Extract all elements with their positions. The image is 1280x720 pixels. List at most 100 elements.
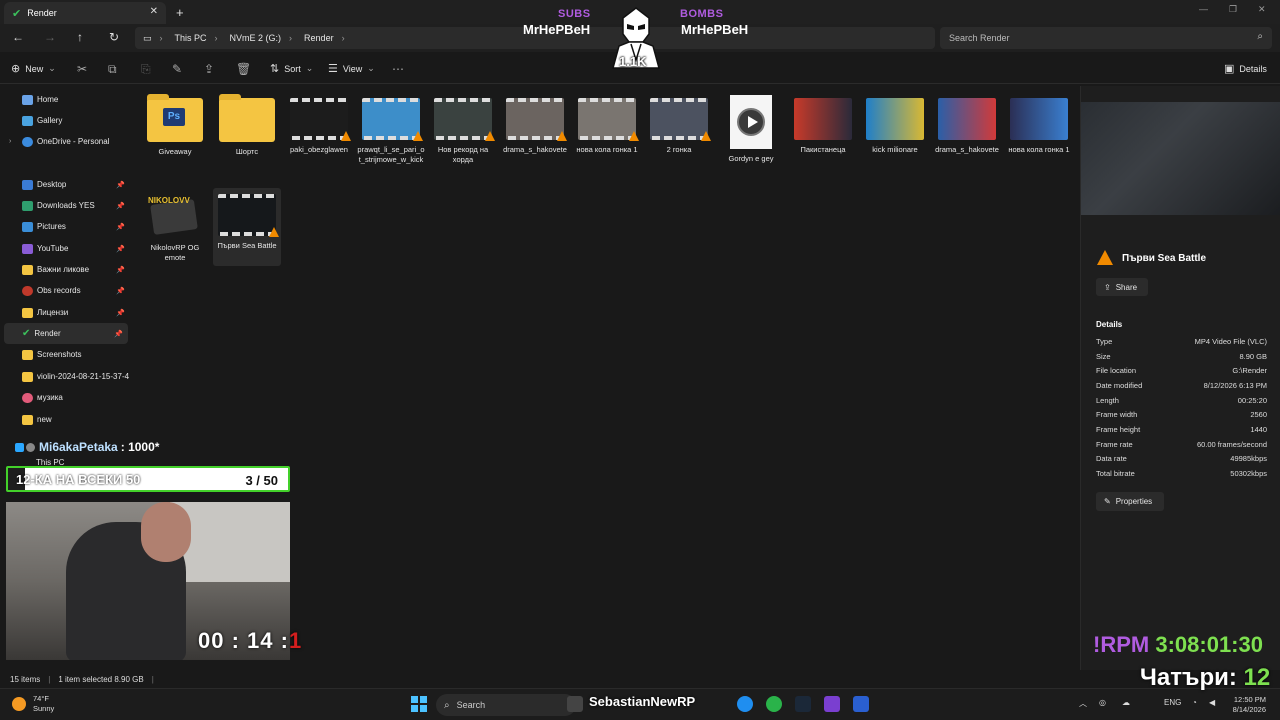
- volume-icon[interactable]: ◀: [1209, 698, 1215, 707]
- share-button[interactable]: ⇪ Share: [1096, 278, 1148, 296]
- file-item[interactable]: NIKOLOVV NikolovRP OG emote: [141, 190, 209, 263]
- paste-icon[interactable]: ⎘: [141, 62, 151, 77]
- download-icon: [22, 200, 33, 211]
- file-item[interactable]: Gordyn e gey: [717, 92, 785, 164]
- cloud-icon[interactable]: ☁: [1122, 698, 1130, 707]
- rename-icon[interactable]: ✎: [172, 62, 182, 76]
- language-indicator[interactable]: ENG: [1164, 698, 1181, 707]
- chrome-icon[interactable]: [766, 696, 782, 712]
- file-name: 2 гонка: [666, 145, 692, 154]
- wifi-icon[interactable]: ◔: [1192, 698, 1197, 707]
- search-input[interactable]: Search Render ⌕: [940, 27, 1272, 49]
- new-tab-icon[interactable]: +: [176, 5, 184, 20]
- sidebar-item-home[interactable]: Home: [0, 89, 130, 110]
- bombs-label: BOMBS: [680, 8, 724, 20]
- start-button[interactable]: [411, 696, 427, 712]
- maximize-icon[interactable]: ❐: [1229, 4, 1237, 15]
- image-thumbnail: [1010, 98, 1068, 140]
- tab-render[interactable]: ✔ Render ✕: [4, 2, 166, 24]
- sort-button[interactable]: ⇅ Sort ⌄: [270, 62, 313, 75]
- vlc-icon: [413, 131, 423, 141]
- sort-icon: ⇅: [270, 63, 280, 75]
- file-name: paki_obezglawen: [290, 145, 348, 154]
- cut-icon[interactable]: ✂: [77, 62, 87, 76]
- sidebar-item-youtube[interactable]: YouTube 📌: [0, 238, 130, 259]
- property-row: Frame width 2560: [1096, 410, 1267, 424]
- window-close-icon[interactable]: ✕: [1258, 4, 1266, 15]
- sidebar-item-obs[interactable]: Obs records 📌: [0, 280, 130, 301]
- more-icon[interactable]: ⋯: [392, 62, 404, 76]
- taskbar-search[interactable]: ⌕ Search: [436, 694, 576, 716]
- sidebar-item-pictures[interactable]: Pictures 📌: [0, 216, 130, 237]
- file-item[interactable]: paki_obezglawen: [285, 92, 353, 155]
- close-icon[interactable]: ✕: [150, 6, 158, 17]
- file-item[interactable]: drama_s_hakovete: [501, 92, 569, 155]
- properties-button[interactable]: ✎ Properties: [1096, 492, 1164, 511]
- bombs-name: MrHePBeH: [681, 22, 749, 37]
- crumb-render[interactable]: Render: [304, 33, 334, 43]
- steam-icon[interactable]: [795, 696, 811, 712]
- youtube-icon: [22, 243, 33, 254]
- sidebar-item-muzika[interactable]: музика: [0, 387, 130, 408]
- copy-icon[interactable]: ⧉: [108, 62, 117, 77]
- sidebar-item-violin[interactable]: violin-2024-08-21-15-37-4: [0, 366, 130, 387]
- streamer-name: SebastianNewRP: [589, 694, 696, 709]
- property-key: Type: [1096, 337, 1113, 346]
- minimize-icon[interactable]: —: [1199, 4, 1208, 14]
- clock[interactable]: 12:50 PM 8/14/2026: [1233, 695, 1266, 715]
- search-icon: ⌕: [1257, 31, 1263, 42]
- weather-widget[interactable]: 74°F Sunny: [12, 694, 54, 714]
- details-button[interactable]: ▣ Details: [1224, 62, 1267, 75]
- tiktok-icon[interactable]: [567, 696, 583, 712]
- up-icon[interactable]: ↑: [77, 30, 83, 44]
- chatri-value: 12: [1243, 664, 1271, 691]
- file-item[interactable]: drama_s_hakovete: [933, 92, 1001, 155]
- forward-icon[interactable]: →: [44, 30, 56, 44]
- file-item[interactable]: Шортс: [213, 92, 281, 157]
- file-item-selected[interactable]: Първи Sea Battle: [213, 188, 281, 266]
- sidebar-item-render[interactable]: ✔ Render 📌: [4, 323, 128, 344]
- file-item[interactable]: 2 гонка: [645, 92, 713, 155]
- app-icon[interactable]: [737, 696, 753, 712]
- chevron-up-icon[interactable]: ︿: [1079, 698, 1087, 709]
- tray-app-icon[interactable]: ◎: [1099, 698, 1106, 707]
- sidebar-item-vazhni[interactable]: Важни ликове 📌: [0, 259, 130, 280]
- back-icon[interactable]: ←: [12, 30, 24, 44]
- app-icon[interactable]: [853, 696, 869, 712]
- share-icon[interactable]: ⇪: [204, 62, 214, 76]
- chevron-right-icon[interactable]: ›: [9, 138, 11, 145]
- property-row: Size 8.90 GB: [1096, 352, 1267, 366]
- sidebar-item-desktop[interactable]: Desktop 📌: [0, 174, 130, 195]
- file-item[interactable]: kick milionare: [861, 92, 929, 155]
- refresh-icon[interactable]: ↻: [109, 30, 119, 44]
- folder-icon: [22, 371, 33, 382]
- file-item[interactable]: Пакистанеца: [789, 92, 857, 155]
- file-item[interactable]: нова кола гонка 1: [1005, 92, 1073, 155]
- sidebar-item-screenshots[interactable]: Screenshots: [0, 344, 130, 365]
- sort-label: Sort: [284, 63, 301, 74]
- folder-icon: [219, 94, 275, 142]
- app-icon[interactable]: [824, 696, 840, 712]
- sidebar-item-onedrive[interactable]: › OneDrive - Personal: [0, 131, 130, 152]
- file-item[interactable]: нова кола гонка 1: [573, 92, 641, 155]
- sidebar-item-downloads[interactable]: Downloads YES 📌: [0, 195, 130, 216]
- sidebar-item-licenzi[interactable]: Лицензи 📌: [0, 302, 130, 323]
- gallery-icon: [22, 115, 33, 126]
- video-thumbnail: [506, 98, 567, 141]
- details-heading: Details: [1096, 320, 1123, 329]
- sidebar-item-gallery[interactable]: Gallery: [0, 110, 130, 131]
- property-row: Type MP4 Video File (VLC): [1096, 337, 1267, 351]
- file-item[interactable]: Ps Giveaway: [141, 92, 209, 157]
- view-button[interactable]: ☰ View ⌄: [328, 62, 375, 75]
- folder-icon: [22, 414, 33, 425]
- properties-label: Properties: [1115, 497, 1153, 506]
- emote-logo: NIKOLOVV: [148, 196, 190, 205]
- file-item[interactable]: prawqt_li_se_pari_ot_strijmowe_w_kick: [357, 92, 425, 165]
- crumb-this-pc[interactable]: This PC: [175, 33, 207, 43]
- delete-icon[interactable]: 🗑: [236, 62, 251, 76]
- file-name: NikolovRP OG emote: [150, 243, 200, 262]
- crumb-drive[interactable]: NVmE 2 (G:): [230, 33, 282, 43]
- new-button[interactable]: ⊕ New ⌄: [11, 62, 56, 75]
- file-item[interactable]: Нов рекорд на хорда: [429, 92, 497, 165]
- sidebar-item-new[interactable]: new: [0, 409, 130, 430]
